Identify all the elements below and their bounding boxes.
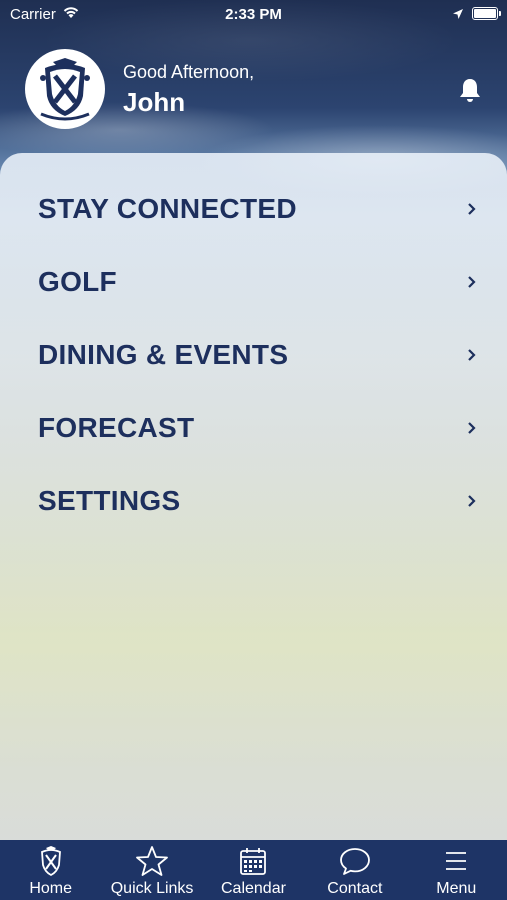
menu-item-label: STAY CONNECTED <box>38 193 297 224</box>
chat-bubble-icon <box>304 845 405 877</box>
calendar-icon <box>203 845 304 877</box>
chevron-right-icon <box>468 495 476 507</box>
status-bar: Carrier 2:33 PM <box>0 0 507 30</box>
chevron-right-icon <box>468 203 476 215</box>
tab-quick-links[interactable]: Quick Links <box>101 840 202 900</box>
chevron-right-icon <box>468 276 476 288</box>
hamburger-menu-icon <box>406 845 507 877</box>
tab-contact[interactable]: Contact <box>304 840 405 900</box>
menu-item-label: DINING & EVENTS <box>38 339 289 370</box>
tab-home[interactable]: Home <box>0 840 101 900</box>
tab-label: Calendar <box>221 880 286 897</box>
main-menu-panel: STAY CONNECTED GOLF DINING & EVENTS FORE… <box>0 153 507 841</box>
menu-item-stay-connected[interactable]: STAY CONNECTED <box>38 184 478 234</box>
tab-calendar[interactable]: Calendar <box>203 840 304 900</box>
clock: 2:33 PM <box>225 6 282 23</box>
menu-item-golf[interactable]: GOLF <box>38 257 478 307</box>
battery-icon <box>472 7 501 20</box>
tab-label: Contact <box>327 880 383 897</box>
menu-item-label: GOLF <box>38 266 117 297</box>
tab-label: Menu <box>436 880 477 897</box>
menu-item-dining-events[interactable]: DINING & EVENTS <box>38 330 478 380</box>
chevron-right-icon <box>468 422 476 434</box>
menu-item-label: SETTINGS <box>38 485 181 516</box>
location-arrow-icon <box>452 7 464 24</box>
menu-item-forecast[interactable]: FORECAST <box>38 403 478 453</box>
menu-item-label: FORECAST <box>38 412 195 443</box>
club-crest-icon <box>0 845 101 877</box>
tab-bar: Home Quick Links Calendar Contact Menu <box>0 840 507 900</box>
greeting-text: Good Afternoon, <box>123 62 255 82</box>
user-name: John <box>123 87 186 117</box>
tab-label: Quick Links <box>110 880 194 897</box>
tab-menu[interactable]: Menu <box>406 840 507 900</box>
star-icon <box>101 845 202 877</box>
chevron-right-icon <box>468 349 476 361</box>
bell-icon[interactable] <box>456 76 484 104</box>
tab-label: Home <box>29 880 73 897</box>
menu-item-settings[interactable]: SETTINGS <box>38 476 478 526</box>
club-crest-icon[interactable] <box>25 49 105 129</box>
